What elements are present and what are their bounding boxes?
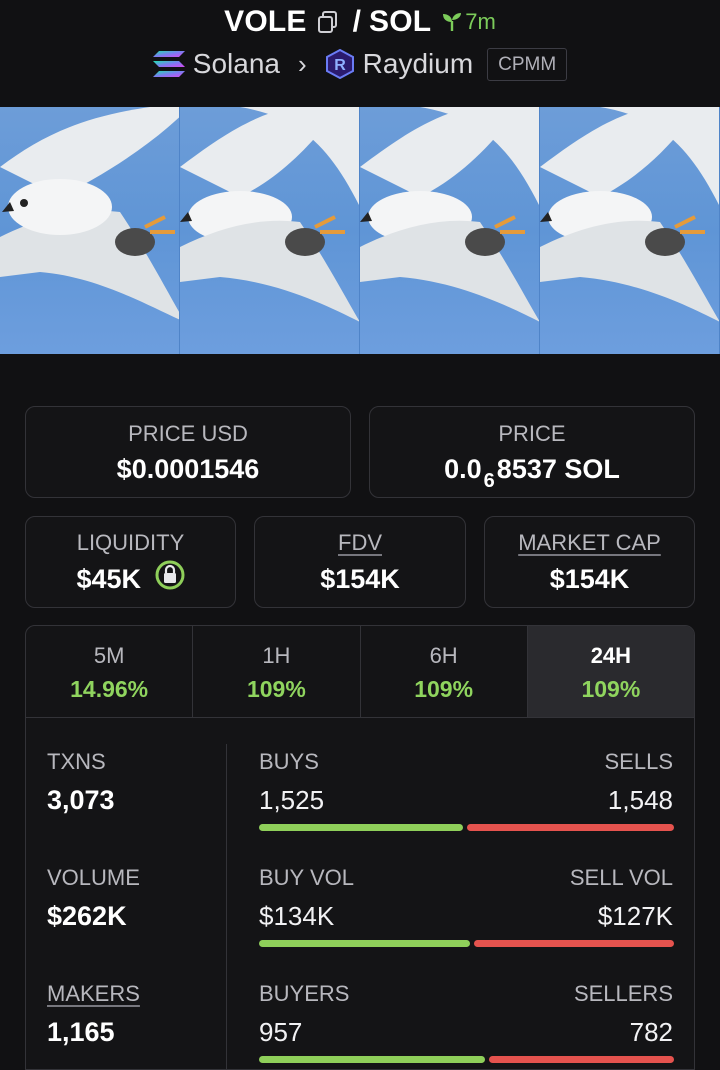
pair-age: 7m: [441, 9, 496, 35]
price-usd-label: PRICE USD: [128, 421, 248, 446]
buy-vol-bar: [259, 940, 470, 947]
fdv-card: FDV $154K: [254, 516, 466, 608]
sell-vol-bar: [474, 940, 674, 947]
svg-text:R: R: [334, 57, 346, 74]
fdv-label[interactable]: FDV: [255, 530, 465, 556]
pair-breadcrumb: Solana › R Raydium CPMM: [0, 44, 720, 84]
price-native-label: PRICE: [498, 421, 566, 446]
copy-icon[interactable]: [317, 10, 339, 34]
price-usd-value: $0.0001546: [116, 454, 260, 484]
price-usd-card: PRICE USD $0.0001546: [25, 406, 351, 498]
banner-tile: [360, 107, 540, 354]
base-symbol: VOLE: [224, 5, 307, 38]
sells-bar: [467, 824, 674, 831]
lock-icon[interactable]: [155, 560, 185, 597]
txns-value: 3,073: [47, 785, 115, 815]
buy-vol-value: $134K: [259, 901, 335, 931]
buy-vol-label: BUY VOL: [259, 865, 354, 890]
sells-value: 1,548: [607, 785, 673, 815]
quote-symbol: SOL: [368, 5, 432, 38]
pair-header: VOLE / SOL 7m Solana › R Raydium CPMM: [0, 0, 720, 107]
pair-title: VOLE / SOL 7m: [0, 4, 720, 40]
tab-label: 6H: [429, 643, 458, 668]
metrics-divider: [226, 744, 227, 1069]
tab-change: 109%: [581, 676, 641, 702]
tab-label: 24H: [590, 643, 632, 668]
liquidity-label: LIQUIDITY: [76, 530, 185, 555]
sellers-value: 782: [629, 1017, 673, 1047]
seedling-icon: [443, 13, 462, 31]
token-banner-image: [0, 107, 720, 354]
txns-label: TXNS: [47, 749, 106, 774]
pair-separator: /: [352, 5, 361, 38]
buys-bar: [259, 824, 463, 831]
tab-label: 5M: [93, 643, 125, 668]
buys-value: 1,525: [259, 785, 325, 815]
tab-1h[interactable]: 1H 109%: [193, 626, 361, 717]
liquidity-amount: $45K: [76, 564, 142, 594]
banner-tile: [540, 107, 720, 354]
tab-24h[interactable]: 24H 109%: [527, 626, 694, 717]
solana-logo: [152, 51, 185, 77]
sellers-label: SELLERS: [573, 981, 673, 1006]
price-native-prefix: 0.0: [444, 454, 482, 484]
pair-age-value: 7m: [465, 9, 496, 34]
makers-label[interactable]: MAKERS: [47, 981, 140, 1007]
tab-change: 109%: [414, 676, 474, 702]
tab-6h[interactable]: 6H 109%: [361, 626, 528, 717]
pool-type-badge: CPMM: [487, 47, 568, 81]
price-native-card: PRICE 0.0 68537 SOL: [369, 406, 695, 498]
raydium-logo: R: [325, 48, 355, 80]
buys-label: BUYS: [259, 749, 319, 774]
tab-5m[interactable]: 5M 14.96%: [26, 626, 194, 717]
buyers-bar: [259, 1056, 485, 1063]
chain-link[interactable]: Solana: [193, 48, 280, 80]
tab-label: 1H: [262, 643, 291, 668]
buyers-value: 957: [259, 1017, 303, 1047]
liquidity-value: $45K: [26, 560, 235, 597]
market-cap-label[interactable]: MARKET CAP: [485, 530, 694, 556]
market-cap-card: MARKET CAP $154K: [484, 516, 695, 608]
sell-vol-label: SELL VOL: [569, 865, 673, 890]
banner-tile: [0, 107, 180, 354]
trading-stats-panel: 5M 14.96% 1H 109% 6H 109% 24H 109% TXNS …: [25, 625, 695, 1070]
price-native-value: 0.0 68537 SOL: [370, 454, 694, 493]
sells-label: SELLS: [604, 749, 674, 774]
timeframe-tabs: 5M 14.96% 1H 109% 6H 109% 24H 109%: [26, 626, 694, 718]
buyers-label: BUYERS: [259, 981, 350, 1006]
price-native-zero-count: 6: [483, 470, 495, 492]
fdv-value: $154K: [320, 564, 400, 594]
volume-label: VOLUME: [47, 865, 140, 890]
sellers-bar: [489, 1056, 674, 1063]
sell-vol-value: $127K: [597, 901, 673, 931]
tab-change: 14.96%: [70, 676, 149, 702]
chevron-right-icon: ›: [297, 48, 307, 79]
volume-value: $262K: [47, 901, 127, 931]
banner-tile: [180, 107, 360, 354]
tab-change: 109%: [246, 676, 306, 702]
dex-link[interactable]: Raydium: [363, 48, 473, 80]
liquidity-card: LIQUIDITY $45K: [25, 516, 236, 608]
market-cap-value: $154K: [549, 564, 630, 594]
price-native-suffix: 8537 SOL: [496, 454, 620, 484]
makers-value: 1,165: [47, 1017, 115, 1047]
